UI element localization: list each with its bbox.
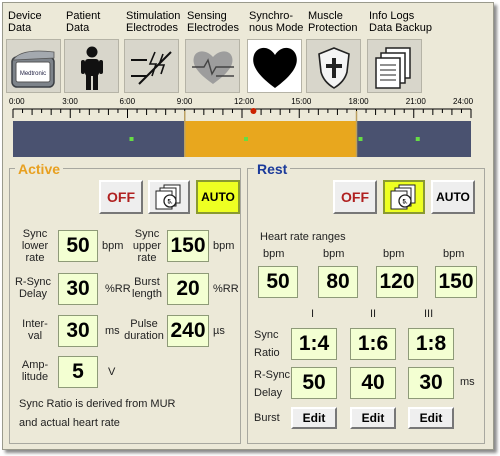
amplitude-label: Amp- litude: [21, 359, 49, 383]
rest-rsync-value-1[interactable]: 50: [291, 367, 337, 399]
burst-edit-button-2[interactable]: Edit: [350, 407, 396, 429]
heart-rate-ranges-title: Heart rate ranges: [260, 231, 346, 243]
hr-unit-3: bpm: [383, 248, 405, 260]
sync-lower-rate-unit: bpm: [102, 240, 124, 252]
rest-auto-button[interactable]: AUTO: [431, 180, 475, 214]
person-icon: [64, 39, 119, 93]
svg-text:5.: 5.: [402, 200, 407, 206]
range-marker: [244, 137, 248, 141]
logs-icon: [367, 39, 422, 93]
range-marker: [415, 137, 420, 141]
range-marker: [129, 137, 134, 141]
tab-synchronous-mode[interactable]: Synchro- nous Mode: [247, 9, 304, 95]
burst-edit-button-3[interactable]: Edit: [408, 407, 454, 429]
r-sync-delay-value[interactable]: 30: [58, 273, 98, 305]
active-auto-button[interactable]: AUTO: [196, 180, 240, 214]
burst-length-label: Burst length: [132, 276, 162, 300]
schedule-pages-icon: 5.: [155, 184, 181, 210]
rest-rsync-delay-label: R-Sync Delay: [254, 369, 291, 399]
r-sync-delay-unit: %RR: [105, 283, 131, 295]
rest-rsync-value-2[interactable]: 40: [350, 367, 396, 399]
hr-range-value-2[interactable]: 80: [318, 266, 358, 298]
tab-label: Patient Data: [66, 10, 101, 34]
electrode-icon: [124, 39, 179, 93]
r-sync-delay-label: R-Sync Delay: [14, 276, 52, 300]
sync-upper-rate-value[interactable]: 150: [167, 230, 209, 262]
hr-unit-2: bpm: [323, 248, 345, 260]
sync-ratio-value-1[interactable]: 1:4: [291, 328, 337, 360]
sync-ratio-note: Sync Ratio is derived from MUR and actua…: [19, 398, 176, 429]
tab-label: Device Data: [8, 10, 42, 34]
heart-sensing-icon: [185, 39, 240, 93]
active-title: Active: [15, 161, 64, 177]
current-time-marker: [250, 108, 257, 114]
pulse-duration-unit: µs: [213, 325, 225, 337]
rest-title: Rest: [254, 161, 291, 177]
sync-ratio-label: Sync Ratio: [254, 329, 280, 359]
hr-unit-4: bpm: [443, 248, 465, 260]
tab-label: Muscle Protection: [308, 10, 358, 34]
interval-label: Inter- val: [22, 318, 48, 342]
rest-schedule-button[interactable]: 5.: [383, 180, 425, 214]
heart-icon: [247, 39, 302, 93]
pulse-duration-label: Pulse duration: [124, 318, 164, 342]
interval-unit: ms: [105, 325, 120, 337]
device-icon: Medtronic: [6, 39, 61, 93]
sync-ratio-value-2[interactable]: 1:6: [350, 328, 396, 360]
hr-range-value-4[interactable]: 150: [435, 266, 477, 298]
range-roman-1: I: [311, 308, 315, 320]
burst-label: Burst: [254, 412, 280, 424]
tab-stimulation-electrodes[interactable]: Stimulation Electrodes: [124, 9, 181, 95]
schedule-timeline[interactable]: 0:00 3:00 6:00 9:00 12:00 15:00 18:00 21:00 24:0…: [9, 97, 475, 159]
hr-range-value-3[interactable]: 120: [376, 266, 418, 298]
tab-info-logs[interactable]: Info Logs Data Backup: [367, 9, 432, 95]
rest-off-button[interactable]: OFF: [333, 180, 377, 214]
burst-length-value[interactable]: 20: [167, 273, 209, 305]
schedule-pages-icon: 5.: [390, 184, 416, 210]
range-marker: [358, 137, 363, 141]
shield-icon: [306, 39, 361, 93]
tab-label: Info Logs Data Backup: [369, 10, 432, 34]
pulse-duration-value[interactable]: 240: [167, 315, 209, 347]
hr-unit-1: bpm: [263, 248, 285, 260]
sync-upper-rate-label: Sync upper rate: [132, 228, 162, 264]
sync-ratio-value-3[interactable]: 1:8: [408, 328, 454, 360]
rest-rsync-value-3[interactable]: 30: [408, 367, 454, 399]
interval-value[interactable]: 30: [58, 315, 98, 347]
tab-label: Stimulation Electrodes: [126, 10, 181, 34]
svg-text:5.: 5.: [167, 200, 172, 206]
sync-lower-rate-value[interactable]: 50: [58, 230, 98, 262]
timeline-graphic[interactable]: [9, 97, 475, 159]
amplitude-unit: V: [108, 366, 116, 378]
tab-label: Sensing Electrodes: [187, 10, 239, 34]
tab-device-data[interactable]: Device Data Medtronic: [6, 9, 63, 95]
burst-length-unit: %RR: [213, 283, 239, 295]
device-brand-text: Medtronic: [20, 71, 46, 77]
app-window: Device Data Medtronic Patient Data Stimu…: [2, 2, 494, 450]
tab-muscle-protection[interactable]: Muscle Protection: [306, 9, 363, 95]
active-off-button[interactable]: OFF: [99, 180, 143, 214]
sync-upper-rate-unit: bpm: [213, 240, 235, 252]
burst-edit-button-1[interactable]: Edit: [291, 407, 337, 429]
hr-range-value-1[interactable]: 50: [258, 266, 298, 298]
tab-sensing-electrodes[interactable]: Sensing Electrodes: [185, 9, 242, 95]
active-schedule-button[interactable]: 5.: [148, 180, 190, 214]
tab-patient-data[interactable]: Patient Data: [64, 9, 121, 95]
sync-lower-rate-label: Sync lower rate: [21, 228, 49, 264]
active-period-bar: [184, 121, 357, 157]
range-roman-2: II: [370, 308, 377, 320]
range-roman-3: III: [424, 308, 434, 320]
tab-label: Synchro- nous Mode: [249, 10, 304, 34]
amplitude-value[interactable]: 5: [58, 356, 98, 388]
rest-rsync-unit: ms: [460, 376, 475, 388]
